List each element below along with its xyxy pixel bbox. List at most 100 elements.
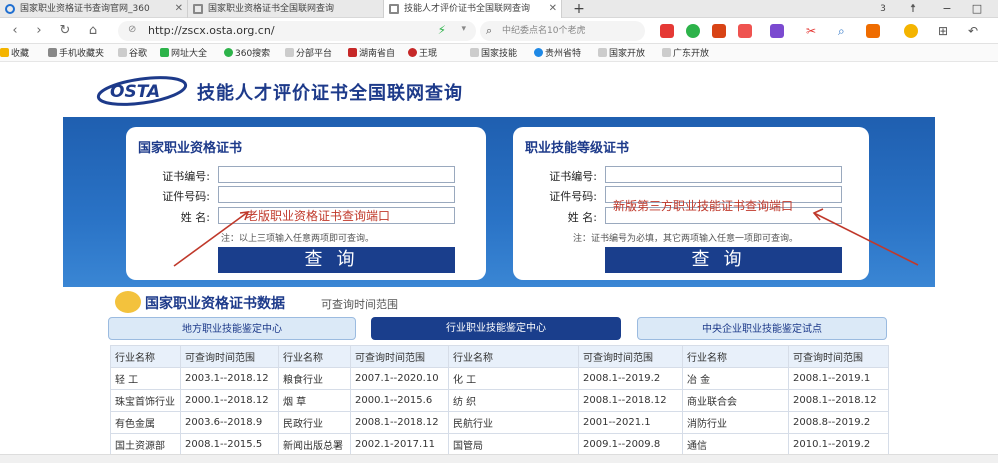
home-icon[interactable]: ⌂: [84, 22, 102, 40]
bookmark-item[interactable]: 收藏: [0, 46, 29, 59]
search-icon[interactable]: ⌕: [838, 24, 852, 38]
table-cell: 2000.1--2015.6: [350, 389, 449, 412]
chevron-down-icon[interactable]: ▾: [461, 24, 466, 34]
360-icon: [224, 48, 233, 57]
bookmark-item[interactable]: 国家开放: [598, 46, 645, 59]
grid-icon[interactable]: ⊞: [938, 24, 952, 38]
phone-icon: [48, 48, 57, 57]
toolbar-app-icon[interactable]: [712, 24, 726, 38]
minimize-button[interactable]: −: [936, 0, 958, 18]
column-header: 行业名称: [448, 345, 579, 368]
table-cell: 有色金属: [110, 411, 181, 434]
table-row: 有色金属 2003.6--2018.9 民政行业 2008.1--2018.12…: [110, 411, 889, 434]
table-cell: 纺 织: [448, 389, 579, 412]
scissors-icon[interactable]: ✂: [806, 24, 820, 38]
table-cell: 2008.1--2018.12: [578, 389, 683, 412]
browser-tab-2[interactable]: 国家职业资格证书全国联网查询: [188, 0, 384, 18]
table-cell: 国管局: [448, 433, 579, 456]
table-cell: 2008.1--2019.2: [578, 367, 683, 390]
browser-tab-1[interactable]: 国家职业资格证书查询官网_360 ✕: [0, 0, 188, 18]
id-number-input[interactable]: [218, 186, 455, 203]
bookmark-item[interactable]: 贵州省特: [534, 46, 581, 59]
tab-industry-centers[interactable]: 行业职业技能鉴定中心: [371, 317, 621, 340]
restore-button[interactable]: □: [966, 0, 988, 18]
certificate-number-input[interactable]: [218, 166, 455, 183]
field-label: 姓 名:: [567, 211, 597, 224]
table-cell: 2008.1--2018.12: [350, 411, 449, 434]
query-note: 注：证书编号为必填，其它两项输入任意一项即可查询。: [573, 234, 799, 244]
search-input[interactable]: ⌕ 中纪委点名10个老虎: [480, 21, 645, 41]
table-cell: 轻 工: [110, 367, 181, 390]
bookmark-item[interactable]: 广东开放: [662, 46, 709, 59]
undo-icon[interactable]: ↶: [968, 24, 982, 38]
table-cell: 2003.6--2018.9: [180, 411, 279, 434]
browser-tab-3[interactable]: 技能人才评价证书全国联网查询 ✕: [384, 0, 562, 18]
osta-logo[interactable]: OSTA: [96, 75, 188, 107]
lightning-icon[interactable]: ⚡: [438, 23, 446, 37]
page-icon: [118, 48, 127, 57]
bookmark-item[interactable]: 网址大全: [160, 46, 207, 59]
toolbar-app-icon[interactable]: [686, 24, 700, 38]
toolbar-app-icon[interactable]: [738, 24, 752, 38]
table-row: 国土资源部 2008.1--2015.5 新闻出版总署 2002.1-2017.…: [110, 433, 889, 456]
tab-title: 技能人才评价证书全国联网查询: [404, 4, 531, 14]
table-cell: 消防行业: [682, 411, 789, 434]
handwritten-annotation: 新版第三方职业技能证书查询端口: [613, 199, 794, 213]
forward-icon[interactable]: ›: [30, 22, 48, 40]
address-bar[interactable]: ⊘ http://zscx.osta.org.cn/ ⚡ ▾: [118, 21, 476, 41]
column-header: 可查询时间范围: [578, 345, 683, 368]
toolbar-app-icon[interactable]: [660, 24, 674, 38]
tab-local-centers[interactable]: 地方职业技能鉴定中心: [108, 317, 356, 340]
search-icon: ⌕: [486, 24, 493, 37]
certificate-number-input[interactable]: [605, 166, 842, 183]
logo-text: OSTA: [110, 82, 160, 102]
column-header: 行业名称: [278, 345, 351, 368]
table-cell: 2001--2021.1: [578, 411, 683, 434]
query-button[interactable]: 查询: [218, 247, 455, 273]
reload-icon[interactable]: ↻: [56, 22, 74, 40]
bookmark-item[interactable]: 王珉: [408, 46, 437, 59]
toolbar-app-icon[interactable]: [770, 24, 784, 38]
bookmark-item[interactable]: 手机收藏夹: [48, 46, 104, 59]
data-section-title: 国家职业资格证书数据: [145, 296, 285, 312]
table-cell: 2008.1--2015.5: [180, 433, 279, 456]
page-icon: [348, 48, 357, 57]
card-title: 职业技能等级证书: [525, 141, 630, 156]
column-header: 行业名称: [110, 345, 181, 368]
star-icon: [0, 48, 9, 57]
page-icon: [662, 48, 671, 57]
table-row: 轻 工 2003.1--2018.12 粮食行业 2007.1--2020.10…: [110, 367, 889, 390]
annotation-arrow-icon: [173, 211, 250, 267]
navigation-bar: ‹ › ↻ ⌂ ⊘ http://zscx.osta.org.cn/ ⚡ ▾ ⌕…: [0, 18, 998, 44]
skin-icon[interactable]: ☨: [902, 0, 924, 18]
table-cell: 2000.1--2018.12: [180, 389, 279, 412]
close-icon[interactable]: ✕: [175, 0, 183, 18]
tab-bar: 国家职业资格证书查询官网_360 ✕ 国家职业资格证书全国联网查询 技能人才评价…: [0, 0, 998, 18]
field-label: 证件号码:: [549, 190, 597, 203]
search-placeholder: 中纪委点名10个老虎: [502, 26, 586, 36]
query-button[interactable]: 查询: [605, 247, 842, 273]
close-icon[interactable]: ✕: [549, 0, 557, 18]
page-icon: [470, 48, 479, 57]
table-cell: 民政行业: [278, 411, 351, 434]
shield-icon[interactable]: [904, 24, 918, 38]
bookmark-item[interactable]: 湖南省自: [348, 46, 395, 59]
url-text[interactable]: http://zscx.osta.org.cn/: [148, 24, 275, 37]
back-icon[interactable]: ‹: [6, 22, 24, 40]
bookmark-item[interactable]: 谷歌: [118, 46, 147, 59]
tab-count-badge[interactable]: 3: [872, 0, 894, 18]
bookmark-item[interactable]: 360搜索: [224, 46, 270, 59]
new-tab-button[interactable]: +: [568, 0, 590, 18]
data-section-header: 国家职业资格证书数据 可查询时间范围: [93, 288, 903, 316]
bookmark-item[interactable]: 国家技能: [470, 46, 517, 59]
bookmark-item[interactable]: 分部平台: [285, 46, 332, 59]
tab-central-enterprises[interactable]: 中央企业职业技能鉴定试点: [637, 317, 887, 340]
page-icon: [598, 48, 607, 57]
table-cell: 2008.1--2019.1: [788, 367, 889, 390]
query-range-table: 行业名称 可查询时间范围 行业名称 可查询时间范围 行业名称 可查询时间范围 行…: [110, 345, 889, 456]
toolbar-app-icon[interactable]: [866, 24, 880, 38]
column-header: 可查询时间范围: [180, 345, 279, 368]
data-section-subtitle: 可查询时间范围: [321, 298, 398, 311]
table-cell: 2007.1--2020.10: [350, 367, 449, 390]
table-header-row: 行业名称 可查询时间范围 行业名称 可查询时间范围 行业名称 可查询时间范围 行…: [110, 345, 889, 368]
